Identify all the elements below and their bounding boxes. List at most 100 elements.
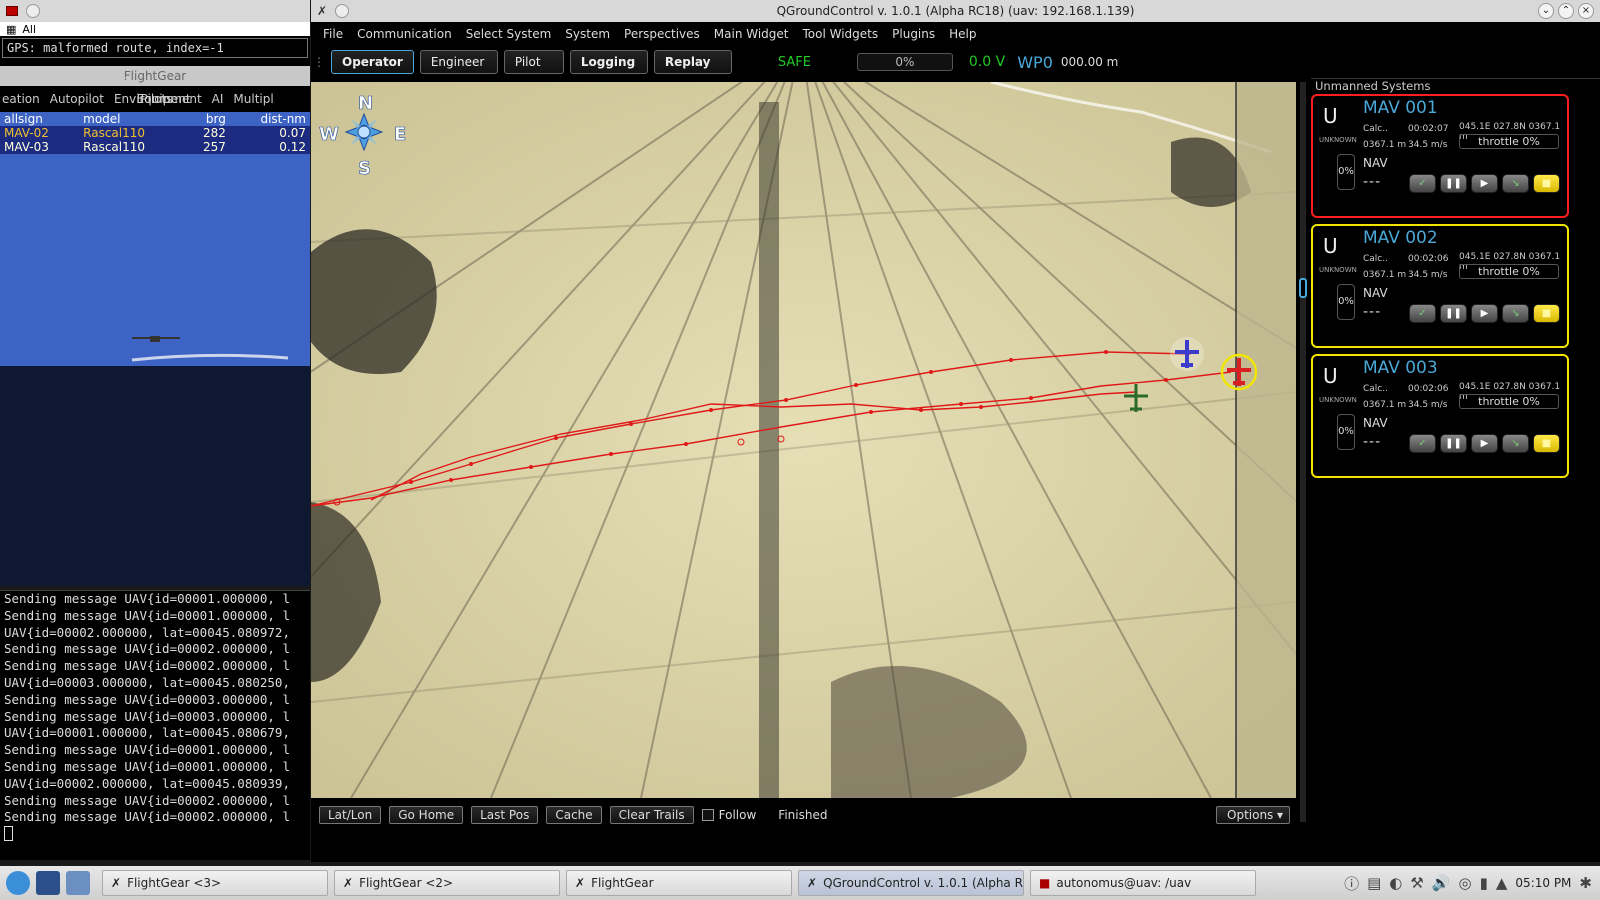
tab-engineer[interactable]: Engineer xyxy=(419,50,498,74)
panel-splitter[interactable] xyxy=(1299,82,1307,822)
task-qgroundcontrol[interactable]: ✗ QGroundControl v. 1.0.1 (Alpha RC18 xyxy=(798,870,1024,896)
uas-name[interactable]: MAV 003 xyxy=(1363,358,1438,378)
play-icon[interactable]: ▶ xyxy=(1471,434,1498,453)
uas-calc: Calc.. xyxy=(1363,384,1388,394)
pause-icon[interactable]: ❚❚ xyxy=(1440,434,1467,453)
shield-icon[interactable]: ◐ xyxy=(1389,874,1402,892)
pause-icon[interactable]: ❚❚ xyxy=(1440,304,1467,323)
terminal[interactable]: Sending message UAV{id=00001.000000, l S… xyxy=(0,590,310,860)
play-icon[interactable]: ▶ xyxy=(1471,304,1498,323)
compass-s-label: S xyxy=(358,158,371,179)
map-canvas[interactable]: N S E W xyxy=(311,82,1296,798)
uas-calc: Calc.. xyxy=(1363,254,1388,264)
uas-card-mav-003[interactable]: U UNKNOWN 0% MAV 003 Calc.. 00:02:06 045… xyxy=(1311,354,1569,478)
compass-n-label: N xyxy=(358,93,373,114)
follow-checkbox[interactable]: Follow xyxy=(701,808,756,822)
task-flightgear[interactable]: ✗ FlightGear xyxy=(566,870,792,896)
tools-icon[interactable]: ⚒ xyxy=(1410,874,1423,892)
cell-dist: 0.12 xyxy=(229,140,310,154)
launch-icon[interactable]: ✓ xyxy=(1409,434,1436,453)
volume-icon[interactable]: 🔊 xyxy=(1432,874,1451,892)
kill-icon[interactable]: ■ xyxy=(1533,434,1560,453)
table-row[interactable]: MAV-02 Rascal110 282 0.07 xyxy=(0,126,310,140)
land-icon[interactable]: ↘ xyxy=(1502,304,1529,323)
flightgear-icon: ✗ xyxy=(111,876,122,890)
cell-dist: 0.07 xyxy=(229,126,310,140)
taskbar: ✗ FlightGear <3> ✗ FlightGear <2> ✗ Flig… xyxy=(0,866,1600,900)
go-home-button[interactable]: Go Home xyxy=(389,806,464,824)
uas-type-label: UNKNOWN xyxy=(1319,136,1357,144)
fg-menu-item[interactable]: Equipment xyxy=(137,92,202,106)
file-manager-icon[interactable] xyxy=(66,871,90,895)
menu-file[interactable]: File xyxy=(323,27,343,41)
tab-pilot[interactable]: Pilot xyxy=(503,50,564,74)
launch-icon[interactable]: ✓ xyxy=(1409,304,1436,323)
maximize-icon[interactable]: ⌃ xyxy=(1558,3,1574,19)
splitter-handle[interactable] xyxy=(1299,278,1307,298)
pause-icon[interactable]: ❚❚ xyxy=(1440,174,1467,193)
battery-icon[interactable]: ▮ xyxy=(1480,874,1488,892)
gps-tab-all[interactable]: All xyxy=(22,23,36,36)
kill-icon[interactable]: ■ xyxy=(1533,304,1560,323)
menu-plugins[interactable]: Plugins xyxy=(892,27,935,41)
last-pos-button[interactable]: Last Pos xyxy=(471,806,539,824)
menu-select-system[interactable]: Select System xyxy=(466,27,552,41)
uas-card-mav-001[interactable]: U UNKNOWN 0% MAV 001 Calc.. 00:02:07 045… xyxy=(1311,94,1569,218)
menu-perspectives[interactable]: Perspectives xyxy=(624,27,700,41)
globe-icon[interactable]: ◎ xyxy=(1459,874,1472,892)
uav-marker-mav-001[interactable] xyxy=(1170,337,1204,371)
info-icon[interactable]: ⓘ xyxy=(1344,873,1359,894)
checkbox-box[interactable] xyxy=(701,809,714,821)
cache-button[interactable]: Cache xyxy=(546,806,602,824)
uas-card-mav-002[interactable]: U UNKNOWN 0% MAV 002 Calc.. 00:02:06 045… xyxy=(1311,224,1569,348)
window-button[interactable] xyxy=(26,4,40,18)
network-icon[interactable]: ▤ xyxy=(1367,874,1381,892)
task-flightgear-2[interactable]: ✗ FlightGear <2> xyxy=(334,870,560,896)
fg-menu-item[interactable]: eation xyxy=(2,92,40,106)
uas-calc: Calc.. xyxy=(1363,124,1388,134)
close-icon[interactable]: × xyxy=(1578,3,1594,19)
qgc-icon: ✗ xyxy=(807,876,818,890)
options-dropdown[interactable]: Options ▾ xyxy=(1216,806,1290,824)
uas-name[interactable]: MAV 002 xyxy=(1363,228,1438,248)
uas-list-panel: Unmanned Systems U UNKNOWN 0% MAV 001 Ca… xyxy=(1311,78,1600,838)
desktop-icon[interactable] xyxy=(36,871,60,895)
map-status: Finished xyxy=(778,808,828,822)
land-icon[interactable]: ↘ xyxy=(1502,174,1529,193)
launch-icon[interactable]: ✓ xyxy=(1409,174,1436,193)
clear-trails-button[interactable]: Clear Trails xyxy=(609,806,694,824)
menu-main-widget[interactable]: Main Widget xyxy=(714,27,789,41)
start-menu-icon[interactable] xyxy=(6,871,30,895)
uas-name[interactable]: MAV 001 xyxy=(1363,98,1438,118)
task-terminal[interactable]: ■ autonomus@uav: /uav xyxy=(1030,870,1256,896)
fg-menu-item[interactable]: Autopilot xyxy=(50,92,104,106)
grid-icon: ▦ xyxy=(6,22,17,36)
fg-menu-item[interactable]: AI xyxy=(212,92,224,106)
kill-icon[interactable]: ■ xyxy=(1533,174,1560,193)
minimize-icon[interactable]: ⌄ xyxy=(1538,3,1554,19)
uas-mode: NAV xyxy=(1363,156,1388,170)
map-view[interactable]: N S E W xyxy=(311,82,1296,798)
clock[interactable]: 05:10 PM xyxy=(1515,876,1571,890)
menu-system[interactable]: System xyxy=(565,27,610,41)
window-controls: ⌄ ⌃ × xyxy=(1538,3,1594,19)
latlon-button[interactable]: Lat/Lon xyxy=(319,806,382,824)
menu-communication[interactable]: Communication xyxy=(357,27,452,41)
menu-help[interactable]: Help xyxy=(949,27,976,41)
battery-indicator: 0% xyxy=(1337,284,1355,320)
fg-menu-item[interactable]: Multipl xyxy=(233,92,273,106)
logout-icon[interactable]: ✱ xyxy=(1579,874,1592,892)
tab-replay[interactable]: Replay xyxy=(653,50,732,74)
tab-logging[interactable]: Logging xyxy=(569,50,648,74)
tab-operator[interactable]: Operator xyxy=(331,50,414,74)
flightgear-icon: ✗ xyxy=(343,876,354,890)
flightgear-sea xyxy=(0,366,310,586)
play-icon[interactable]: ▶ xyxy=(1471,174,1498,193)
land-icon[interactable]: ↘ xyxy=(1502,434,1529,453)
task-flightgear-3[interactable]: ✗ FlightGear <3> xyxy=(102,870,328,896)
table-row[interactable]: MAV-03 Rascal110 257 0.12 xyxy=(0,140,310,154)
options-label: Options xyxy=(1227,808,1274,822)
menu-tool-widgets[interactable]: Tool Widgets xyxy=(803,27,879,41)
uav-marker-mav-002[interactable] xyxy=(1220,353,1258,391)
tray-expand-icon[interactable]: ▲ xyxy=(1496,874,1508,892)
